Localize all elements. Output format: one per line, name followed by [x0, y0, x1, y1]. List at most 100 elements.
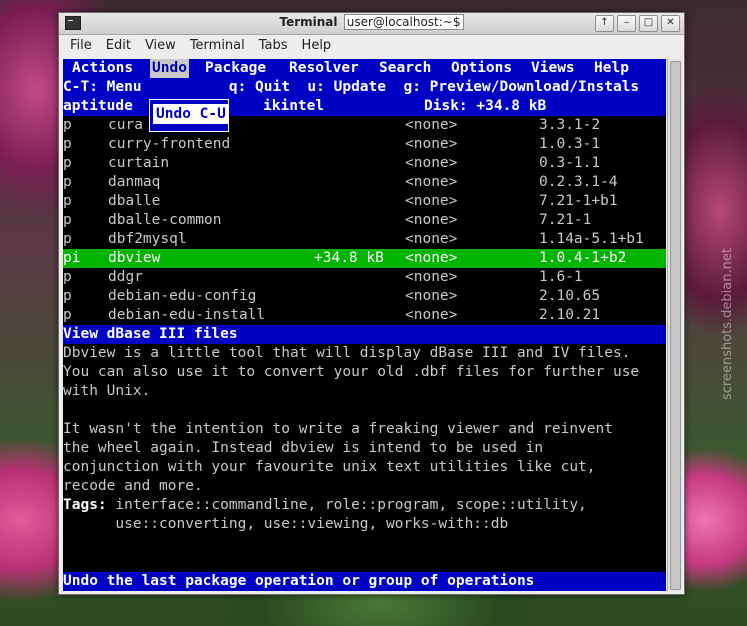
menu-edit[interactable]: Edit: [99, 38, 138, 53]
package-row[interactable]: p debian-edu-config <none> 2.10.65: [63, 287, 666, 306]
package-row[interactable]: p curry-frontend <none> 1.0.3-1: [63, 135, 666, 154]
undo-menu-item[interactable]: Undo C-U: [153, 104, 229, 124]
package-candidate-version: 1.0.4-1+b2: [539, 250, 627, 266]
package-state: p: [63, 193, 72, 209]
package-name: dballe-common: [108, 212, 222, 228]
package-candidate-version: 2.10.21: [539, 307, 601, 323]
package-name: debian-edu-config: [108, 288, 257, 304]
description-line: Dbview is a little tool that will displa…: [63, 345, 631, 361]
apt-menu-help[interactable]: Help: [594, 59, 629, 78]
package-row[interactable]: p dballe <none> 7.21-1+b1: [63, 192, 666, 211]
package-installed-version: <none>: [405, 117, 458, 133]
package-state: p: [63, 174, 72, 190]
package-candidate-version: 7.21-1: [539, 212, 592, 228]
package-size: +34.8 kB: [314, 250, 384, 266]
terminal-window: Terminal user@localhost:~$ ↑ – □ ✕ File …: [58, 12, 685, 595]
package-installed-version: <none>: [405, 155, 458, 171]
window-title-label: Terminal: [279, 15, 338, 29]
package-state: pi: [63, 250, 81, 266]
tags-values-1: interface::commandline, role::program, s…: [106, 497, 587, 513]
title-bar[interactable]: Terminal user@localhost:~$ ↑ – □ ✕: [59, 13, 684, 35]
package-name: ddgr: [108, 269, 143, 285]
package-name: cura: [108, 117, 143, 133]
package-installed-version: <none>: [405, 136, 458, 152]
description-line: with Unix.: [63, 383, 151, 399]
package-row[interactable]: p dbf2mysql <none> 1.14a-5.1+b1: [63, 230, 666, 249]
package-name: dbf2mysql: [108, 231, 187, 247]
package-candidate-version: 7.21-1+b1: [539, 193, 618, 209]
close-button[interactable]: ✕: [661, 15, 680, 32]
package-candidate-version: 0.3-1.1: [539, 155, 601, 171]
package-name: debian-edu-install: [108, 307, 266, 323]
status-left: aptitude: [63, 98, 133, 114]
undo-popup-menu: Undo C-U: [149, 99, 229, 132]
package-installed-version: <none>: [405, 193, 458, 209]
apt-menu-views[interactable]: Views: [531, 59, 575, 78]
menu-file[interactable]: File: [63, 38, 99, 53]
package-state: p: [63, 307, 72, 323]
package-row[interactable]: p ddgr <none> 1.6-1: [63, 268, 666, 287]
menu-terminal[interactable]: Terminal: [183, 38, 252, 53]
package-name: danmaq: [108, 174, 161, 190]
package-row[interactable]: p dballe-common <none> 7.21-1: [63, 211, 666, 230]
package-installed-version: <none>: [405, 288, 458, 304]
description-line: You can also use it to convert your old …: [63, 364, 640, 380]
tags-line-2: use::converting, use::viewing, works-wit…: [63, 516, 509, 532]
package-state: p: [63, 269, 72, 285]
package-state: p: [63, 212, 72, 228]
watermark: screenshots.debian.net: [720, 248, 735, 400]
package-row[interactable]: p danmaq <none> 0.2.3.1-4: [63, 173, 666, 192]
package-row[interactable]: pi dbview +34.8 kB <none> 1.0.4-1+b2: [63, 249, 666, 268]
package-installed-version: <none>: [405, 174, 458, 190]
menu-view[interactable]: View: [138, 38, 183, 53]
up-arrow-icon[interactable]: ↑: [595, 15, 614, 32]
keys-line: C-T: Menu q: Quit u: Update g: Preview/D…: [63, 78, 666, 97]
status-mid: ikintel: [263, 98, 325, 114]
package-name: dballe: [108, 193, 161, 209]
package-state: p: [63, 136, 72, 152]
terminal-screen[interactable]: Actions Undo Package Resolver Search Opt…: [63, 59, 666, 591]
apt-menu-undo[interactable]: Undo: [150, 59, 189, 78]
aptitude-menu-bar: Actions Undo Package Resolver Search Opt…: [63, 59, 666, 78]
bottom-status: Undo the last package operation or group…: [63, 572, 666, 591]
description-line: [63, 401, 666, 420]
description-title: View dBase III files: [63, 325, 666, 344]
apt-menu-options[interactable]: Options: [451, 59, 512, 78]
package-state: p: [63, 288, 72, 304]
package-row[interactable]: p debian-edu-install <none> 2.10.21: [63, 306, 666, 325]
apt-menu-package[interactable]: Package: [205, 59, 266, 78]
package-installed-version: <none>: [405, 269, 458, 285]
package-installed-version: <none>: [405, 212, 458, 228]
minimize-button[interactable]: –: [617, 15, 636, 32]
package-name: curtain: [108, 155, 170, 171]
description-line: It wasn't the intention to write a freak…: [63, 421, 613, 437]
package-name: dbview: [108, 250, 161, 266]
package-candidate-version: 1.6-1: [539, 269, 583, 285]
window-title-host: user@localhost:~$: [343, 14, 464, 30]
description-line: the wheel again. Instead dbview is inten…: [63, 440, 544, 456]
maximize-button[interactable]: □: [639, 15, 658, 32]
tags-label: Tags:: [63, 497, 107, 513]
scrollbar[interactable]: [667, 59, 682, 591]
apt-menu-search[interactable]: Search: [379, 59, 431, 78]
scrollbar-thumb[interactable]: [670, 61, 681, 590]
menu-tabs[interactable]: Tabs: [252, 38, 295, 53]
package-name: curry-frontend: [108, 136, 231, 152]
window-title: Terminal user@localhost:~$: [59, 14, 684, 30]
package-candidate-version: 1.14a-5.1+b1: [539, 231, 644, 247]
description-line: recode and more.: [63, 478, 203, 494]
menu-help[interactable]: Help: [295, 38, 339, 53]
tags-line-1: Tags: interface::commandline, role::prog…: [63, 496, 666, 515]
apt-menu-actions[interactable]: Actions: [72, 59, 133, 78]
package-candidate-version: 0.2.3.1-4: [539, 174, 618, 190]
package-installed-version: <none>: [405, 231, 458, 247]
package-state: p: [63, 117, 72, 133]
description-line: conjunction with your favourite unix tex…: [63, 459, 596, 475]
package-state: p: [63, 231, 72, 247]
menu-bar: File Edit View Terminal Tabs Help: [59, 35, 684, 56]
package-row[interactable]: p curtain <none> 0.3-1.1: [63, 154, 666, 173]
package-installed-version: <none>: [405, 307, 458, 323]
package-candidate-version: 3.3.1-2: [539, 117, 601, 133]
apt-menu-resolver[interactable]: Resolver: [289, 59, 359, 78]
package-state: p: [63, 155, 72, 171]
